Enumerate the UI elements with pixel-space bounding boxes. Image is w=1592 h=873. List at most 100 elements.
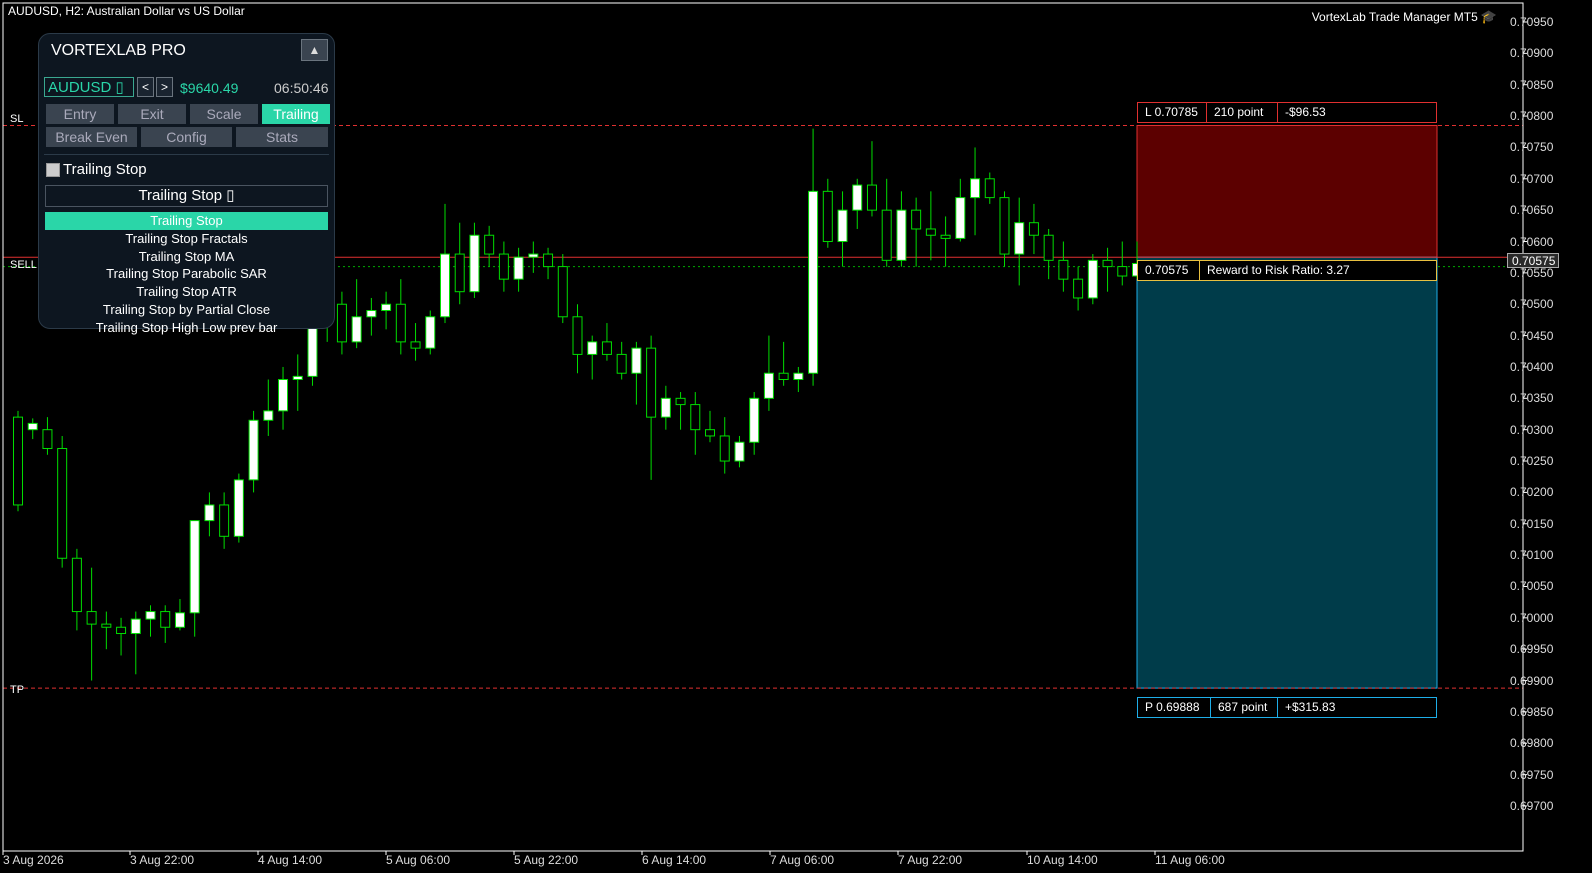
sl-points-text: 210 point	[1214, 105, 1264, 119]
candle-body	[999, 197, 1010, 255]
trade-manager-title-text: VortexLab Trade Manager MT5	[1311, 10, 1478, 24]
tp-money-text: +$315.83	[1285, 700, 1336, 714]
candle-body	[822, 190, 833, 243]
tab-stats[interactable]: Stats	[236, 127, 328, 147]
trailing-stop-checkbox[interactable]	[46, 163, 60, 177]
vortexlab-panel: VORTEXLAB PRO ▲ AUDUSD ▯ < > $9640.49 06…	[38, 33, 335, 335]
candle-body	[292, 375, 303, 381]
time-tick-label: 11 Aug 06:00	[1155, 853, 1225, 867]
sl-line-label: SL	[10, 113, 24, 125]
trailing-option-atr[interactable]: Trailing Stop ATR	[45, 283, 328, 301]
candle-body	[557, 266, 568, 318]
candle-body	[705, 429, 716, 437]
trailing-stop-options: Trailing Stop Trailing Stop Fractals Tra…	[45, 212, 328, 337]
collapse-button[interactable]: ▲	[301, 39, 328, 61]
price-tick-label: 0.70400	[1510, 359, 1554, 374]
time-tick-label: 6 Aug 14:00	[642, 853, 707, 867]
tab-entry[interactable]: Entry	[46, 104, 114, 124]
candle-body	[27, 422, 38, 431]
candle-body	[984, 178, 995, 199]
symbol-title: AUDUSD, H2: Australian Dollar vs US Doll…	[8, 4, 245, 18]
tp-money-box: +$315.83	[1277, 697, 1437, 718]
price-tick-label: 0.70850	[1510, 77, 1554, 92]
candle-body	[616, 353, 627, 374]
tab-break-even[interactable]: Break Even	[46, 127, 137, 147]
tab-scale[interactable]: Scale	[190, 104, 258, 124]
sl-money-text: -$96.53	[1285, 105, 1326, 119]
candle-body	[174, 612, 185, 628]
clock: 06:50:46	[274, 80, 329, 96]
candle-body	[866, 184, 877, 211]
current-price-tag: 0.70575	[1507, 253, 1559, 268]
candle-body	[660, 397, 671, 418]
candle-body	[646, 347, 657, 418]
sl-price-text: L 0.70785	[1145, 105, 1198, 119]
price-tick-label: 0.69900	[1510, 673, 1554, 688]
entry-price-text: 0.70575	[1145, 263, 1189, 277]
next-symbol-button[interactable]: >	[156, 77, 173, 97]
candle-body	[395, 303, 406, 343]
candle-body	[881, 209, 892, 261]
candle-body	[1058, 259, 1069, 280]
prev-symbol-button[interactable]: <	[137, 77, 154, 97]
price-tick-label: 0.69800	[1510, 736, 1554, 751]
candle-body	[808, 190, 819, 374]
candle-body	[160, 611, 171, 628]
trailing-option-trailing-stop[interactable]: Trailing Stop	[45, 212, 328, 230]
candle-body	[204, 504, 215, 522]
price-tick-label: 0.70750	[1510, 140, 1554, 155]
candle-body	[130, 618, 141, 635]
panel-title: VORTEXLAB PRO	[51, 42, 186, 59]
price-tick-label: 0.70600	[1510, 234, 1554, 249]
price-tick-label: 0.70300	[1510, 422, 1554, 437]
tab-exit[interactable]: Exit	[118, 104, 186, 124]
candle-body	[837, 209, 848, 243]
price-tick-label: 0.70150	[1510, 516, 1554, 531]
candle-body	[955, 197, 966, 239]
sl-price-box[interactable]: L 0.70785	[1137, 102, 1207, 123]
candle-body	[439, 253, 450, 318]
tp-price-text: P 0.69888	[1145, 700, 1200, 714]
symbol-selector[interactable]: AUDUSD ▯	[44, 77, 134, 97]
trailing-option-partial-close[interactable]: Trailing Stop by Partial Close	[45, 301, 328, 319]
price-tick-label: 0.70250	[1510, 454, 1554, 469]
price-tick-label: 0.70050	[1510, 579, 1554, 594]
price-tick-label: 0.69700	[1510, 799, 1554, 813]
candle-body	[1014, 222, 1025, 255]
price-tick-label: 0.70500	[1510, 297, 1554, 312]
candle-body	[925, 228, 936, 236]
candle-body	[410, 341, 421, 349]
candle-body	[1043, 234, 1054, 261]
candle-body	[896, 209, 907, 261]
candle-body	[469, 234, 480, 293]
candle-body	[1073, 278, 1084, 299]
trailing-option-ma[interactable]: Trailing Stop MA	[45, 248, 328, 266]
tp-price-box[interactable]: P 0.69888	[1137, 697, 1211, 718]
candle-body	[793, 372, 804, 381]
trailing-option-fractals[interactable]: Trailing Stop Fractals	[45, 230, 328, 248]
time-tick-label: 4 Aug 14:00	[258, 853, 323, 867]
rr-ratio-box: Reward to Risk Ratio: 3.27	[1199, 260, 1437, 281]
tab-trailing[interactable]: Trailing	[262, 104, 330, 124]
candle-body	[719, 435, 730, 462]
candle-body	[543, 253, 554, 268]
candle-body	[484, 234, 495, 255]
trailing-stop-checkbox-label: Trailing Stop	[63, 161, 147, 178]
candle-body	[528, 253, 539, 258]
candle-body	[513, 256, 524, 280]
candle-body	[1117, 266, 1128, 277]
trailing-option-parabolic-sar[interactable]: Trailing Stop Parabolic SAR	[45, 265, 328, 283]
tab-config[interactable]: Config	[141, 127, 232, 147]
price-tick-label: 0.70100	[1510, 548, 1554, 563]
candle-body	[233, 479, 244, 537]
price-tick-label: 0.70000	[1510, 610, 1554, 625]
price-tick-label: 0.70700	[1510, 171, 1554, 186]
candle-body	[351, 316, 362, 343]
time-tick-label: 3 Aug 22:00	[130, 853, 195, 867]
candle-body	[366, 310, 377, 318]
candle-body	[852, 184, 863, 211]
price-tick-label: 0.70950	[1510, 15, 1554, 29]
trailing-stop-dropdown[interactable]: Trailing Stop ▯	[45, 185, 328, 207]
entry-price-box[interactable]: 0.70575	[1137, 260, 1200, 281]
trailing-option-high-low-prev-bar[interactable]: Trailing Stop High Low prev bar	[45, 319, 328, 337]
